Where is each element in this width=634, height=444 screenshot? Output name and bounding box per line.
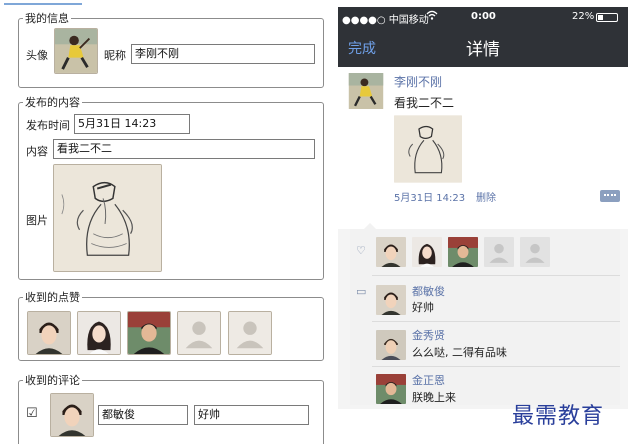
phone-screen: ●●●●○ 中国移动 0:00 22% 完成 详情 李刚不刚 看我二不二 5月3… (338, 7, 628, 409)
commenter-avatar-2[interactable] (376, 330, 406, 360)
like-avatar-1[interactable] (27, 311, 71, 355)
post-image[interactable] (394, 115, 462, 183)
publish-time-label: 发布时间 (26, 119, 70, 132)
default-avatar-icon (229, 312, 271, 354)
content-label: 内容 (26, 145, 48, 158)
liker-avatar-2[interactable] (412, 237, 442, 267)
watermark-text: 最需教育 (512, 404, 605, 429)
publish-time-input[interactable]: 5月31日 14:23 (74, 114, 190, 134)
liker-avatar-5[interactable] (520, 237, 550, 267)
young-man-photo (51, 394, 93, 436)
nickname-input[interactable]: 李刚不刚 (131, 44, 315, 64)
heart-icon: ♡ (356, 244, 366, 257)
default-avatar-icon (178, 312, 220, 354)
comment-text-input[interactable]: 好帅 (194, 405, 309, 425)
avatar-figure-image (348, 73, 384, 109)
comment-action-icon[interactable] (600, 190, 620, 202)
comment-avatar[interactable] (50, 393, 94, 437)
published-content-legend: 发布的内容 (25, 96, 80, 109)
comment-author-1[interactable]: 都敏俊 (412, 283, 445, 299)
ink-painting-image (394, 115, 462, 183)
nav-title: 详情 (466, 40, 500, 60)
top-accent-line (4, 3, 82, 5)
battery-icon (596, 13, 618, 22)
ink-painting-image (54, 165, 161, 271)
nav-bar: 完成 详情 (338, 27, 628, 67)
like-avatar-5[interactable] (228, 311, 272, 355)
feedback-panel: ♡ ▭ 都敏俊 好帅 金秀贤 么么哒, 二得有品味 金正恩 朕晚上来 (350, 223, 620, 405)
delete-link[interactable]: 删除 (476, 189, 496, 204)
comment-bubble-icon: ▭ (356, 285, 367, 298)
comment-author-input[interactable]: 都敏俊 (98, 405, 188, 425)
young-man-photo (28, 312, 70, 354)
post-author-name[interactable]: 李刚不刚 (394, 73, 442, 90)
divider (372, 321, 620, 322)
avatar-label: 头像 (26, 49, 48, 62)
post-card: 李刚不刚 看我二不二 5月31日 14:23 删除 (338, 67, 628, 229)
nickname-label: 昵称 (104, 49, 126, 62)
feedback-pointer (364, 223, 376, 229)
commenter-avatar-3[interactable] (376, 374, 406, 404)
man-in-suit-photo (128, 312, 170, 354)
like-avatar-4[interactable] (177, 311, 221, 355)
comment-checkbox[interactable]: ☑ (26, 406, 38, 421)
like-avatar-2[interactable] (77, 311, 121, 355)
avatar-figure-image (55, 29, 97, 73)
my-info-legend: 我的信息 (25, 12, 69, 25)
post-time: 5月31日 14:23 (394, 193, 466, 204)
avatar-thumbnail[interactable] (54, 28, 98, 74)
comment-text-1: 好帅 (412, 301, 434, 314)
comment-author-3[interactable]: 金正恩 (412, 372, 445, 388)
comment-text-2: 么么哒, 二得有品味 (412, 346, 507, 359)
liker-avatar-1[interactable] (376, 237, 406, 267)
comment-author-2[interactable]: 金秀贤 (412, 327, 445, 343)
received-likes-legend: 收到的点赞 (25, 291, 80, 304)
comment-text-3: 朕晚上来 (412, 391, 456, 404)
wifi-icon (426, 10, 438, 23)
post-image-thumbnail[interactable] (53, 164, 162, 272)
divider (372, 366, 620, 367)
young-woman-photo (78, 312, 120, 354)
commenter-avatar-1[interactable] (376, 285, 406, 315)
liker-avatar-3[interactable] (448, 237, 478, 267)
content-input[interactable]: 看我二不二 (53, 139, 315, 159)
like-avatar-3[interactable] (127, 311, 171, 355)
divider (372, 275, 620, 276)
received-comments-legend: 收到的评论 (25, 374, 80, 387)
status-bar: ●●●●○ 中国移动 0:00 22% (338, 7, 628, 27)
battery-percent: 22% (572, 11, 595, 22)
post-text: 看我二不二 (394, 96, 455, 110)
post-author-avatar[interactable] (348, 73, 384, 109)
carrier-text: ●●●●○ 中国移动 (342, 15, 429, 26)
liker-avatar-4[interactable] (484, 237, 514, 267)
status-time: 0:00 (471, 11, 496, 22)
image-label: 图片 (26, 214, 48, 227)
